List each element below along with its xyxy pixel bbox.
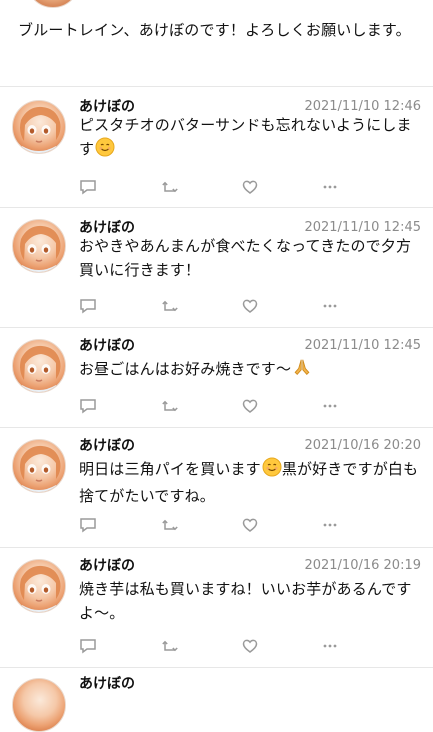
- partial-avatar: [26, 0, 80, 8]
- tweet-text-part: 焼き芋は私も買いますね！いいお芋があるんですよ〜。: [79, 580, 412, 622]
- tweet-text: おやきやあんまんが食べたくなってきたので夕方買いに行きます！: [79, 234, 419, 282]
- tweet-text-part: 明日は三角パイを買います: [79, 460, 261, 478]
- tweet-actions: [79, 637, 359, 655]
- reply-icon[interactable]: [79, 397, 97, 415]
- smiling-face-icon: [262, 457, 282, 484]
- avatar[interactable]: [12, 678, 66, 732]
- tweet-text: 焼き芋は私も買いますね！いいお芋があるんですよ〜。: [79, 577, 419, 625]
- smiling-face-icon: [95, 137, 115, 164]
- tweet-item[interactable]: あけぼの 2021/11/10 12:45 おやきやあんまんが食べたくなってきた…: [0, 207, 433, 327]
- intro-text: ブルートレイン、あけぼのです！よろしくお願いします。: [18, 21, 411, 39]
- like-icon[interactable]: [241, 516, 259, 534]
- tweet-text: ピスタチオのバターサンドも忘れないようにします: [79, 113, 419, 164]
- more-icon[interactable]: [321, 397, 339, 415]
- tweet-time: 2021/11/10 12:45: [304, 338, 421, 353]
- avatar[interactable]: [12, 559, 66, 613]
- tweet-time: 2021/10/16 20:19: [304, 558, 421, 573]
- tweet-actions: [79, 297, 359, 315]
- avatar[interactable]: [12, 219, 66, 273]
- retweet-icon[interactable]: [161, 516, 179, 534]
- tweet-text-part: お昼ごはんはお好み焼きです〜: [79, 360, 292, 378]
- retweet-icon[interactable]: [161, 637, 179, 655]
- tweet-author[interactable]: あけぼの: [79, 337, 135, 355]
- more-icon[interactable]: [321, 637, 339, 655]
- tweet-text-part: ピスタチオのバターサンドも忘れないようにします: [79, 116, 412, 158]
- folded-hands-icon: [292, 357, 312, 384]
- avatar[interactable]: [12, 439, 66, 493]
- tweet-author[interactable]: あけぼの: [79, 557, 135, 575]
- avatar[interactable]: [12, 339, 66, 393]
- tweet-item[interactable]: あけぼの 2021/10/16 20:20 明日は三角パイを買います 黒が好きです…: [0, 427, 433, 547]
- more-icon[interactable]: [321, 178, 339, 196]
- retweet-icon[interactable]: [161, 178, 179, 196]
- tweet-actions: [79, 516, 359, 534]
- partial-tweet[interactable]: あけぼの: [0, 667, 433, 732]
- avatar[interactable]: [12, 100, 66, 154]
- tweet-item[interactable]: あけぼの 2021/11/10 12:45 お昼ごはんはお好み焼きです〜: [0, 327, 433, 427]
- like-icon[interactable]: [241, 178, 259, 196]
- tweet-text: 明日は三角パイを買います 黒が好きですが白も捨てがたいですね。: [79, 457, 419, 508]
- reply-icon[interactable]: [79, 297, 97, 315]
- tweet-item[interactable]: あけぼの 2021/10/16 20:19 焼き芋は私も買いますね！いいお芋があ…: [0, 547, 433, 667]
- like-icon[interactable]: [241, 297, 259, 315]
- tweet-author[interactable]: あけぼの: [79, 437, 135, 455]
- like-icon[interactable]: [241, 397, 259, 415]
- retweet-icon[interactable]: [161, 297, 179, 315]
- tweet-actions: [79, 397, 359, 415]
- tweet-text: お昼ごはんはお好み焼きです〜: [79, 357, 419, 384]
- tweet-actions: [79, 178, 359, 196]
- tweet-item[interactable]: あけぼの 2021/11/10 12:46 ピスタチオのバターサンドも忘れないよ…: [0, 86, 433, 207]
- tweet-time: 2021/10/16 20:20: [304, 438, 421, 453]
- more-icon[interactable]: [321, 516, 339, 534]
- reply-icon[interactable]: [79, 516, 97, 534]
- retweet-icon[interactable]: [161, 397, 179, 415]
- tweet-text-part: おやきやあんまんが食べたくなってきたので夕方買いに行きます！: [79, 237, 412, 279]
- tweet-author[interactable]: あけぼの: [79, 675, 135, 693]
- more-icon[interactable]: [321, 297, 339, 315]
- reply-icon[interactable]: [79, 637, 97, 655]
- like-icon[interactable]: [241, 637, 259, 655]
- reply-icon[interactable]: [79, 178, 97, 196]
